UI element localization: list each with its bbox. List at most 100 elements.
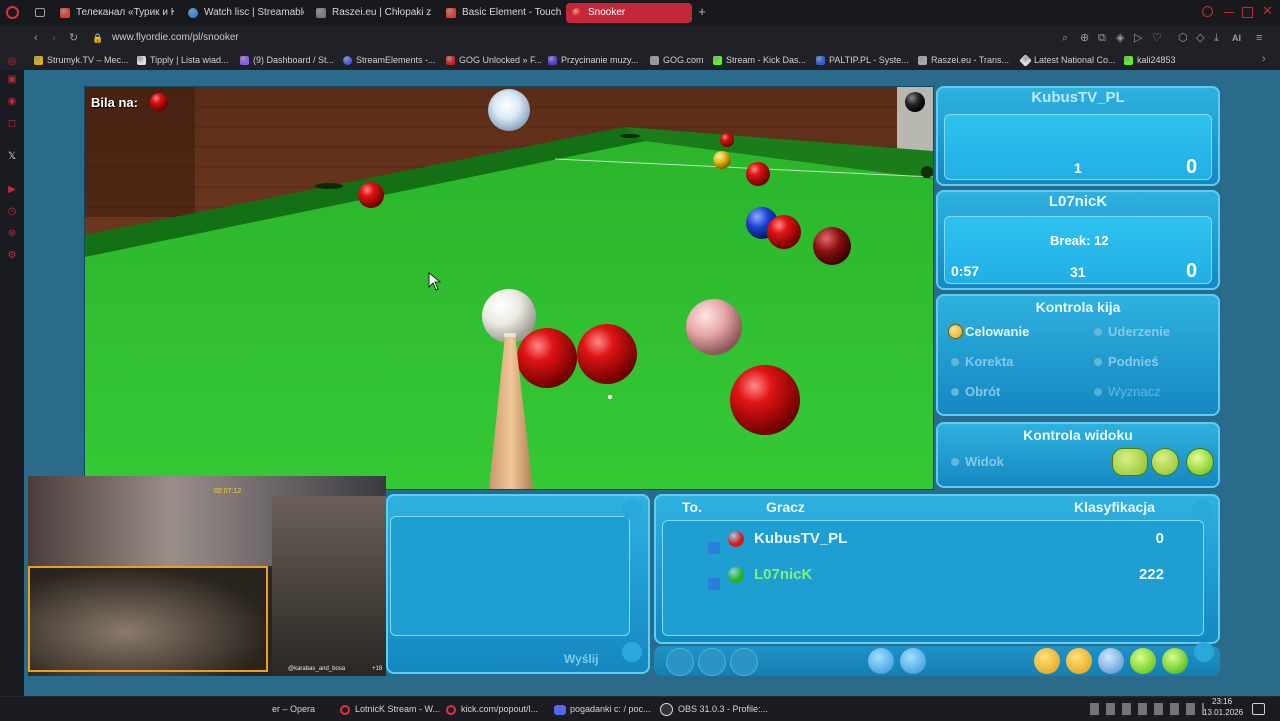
ranking-scroll-down-icon[interactable] — [1194, 642, 1214, 662]
bookmark-item[interactable]: Latest National Co... — [1019, 53, 1116, 67]
url-field[interactable]: www.flyordie.com/pl/snooker — [112, 30, 239, 46]
view-rotate-icon[interactable] — [1152, 449, 1178, 475]
bookmark-item[interactable]: GOG Unlocked » F... — [446, 53, 542, 67]
bookmark-item[interactable]: Raszei.eu - Trans... — [918, 53, 1009, 67]
view-move-icon[interactable] — [1113, 449, 1147, 475]
option-celowanie[interactable]: Celowanie — [949, 324, 1029, 339]
zoom-icon[interactable]: ⊕ — [1080, 31, 1089, 45]
notifications-icon[interactable] — [1252, 703, 1265, 715]
bookmark-item[interactable]: kali24853 — [1124, 53, 1176, 67]
option-obrot[interactable]: Obrót — [951, 384, 1000, 399]
table-row[interactable]: KubusTV_PL 0 — [706, 528, 1164, 552]
bookmark-item[interactable]: Przycinanie muzy... — [548, 53, 638, 67]
player2-break-count: 31 — [1070, 264, 1086, 280]
back-icon[interactable]: ‹ — [34, 31, 38, 45]
bookmark-item[interactable]: PALTIP.PL - Syste... — [816, 53, 909, 67]
user-icon[interactable] — [698, 648, 726, 676]
help-icon[interactable] — [1130, 648, 1156, 674]
tab-snooker[interactable]: Snooker — [566, 3, 692, 23]
sound-icon[interactable] — [900, 648, 926, 674]
opera-taskbar-icon — [446, 704, 456, 715]
clock-date[interactable]: 13.01.2026 — [1203, 708, 1243, 717]
bookmark-label: Strumyk.TV – Mec... — [47, 55, 129, 65]
bookmark-item[interactable]: (9) Dashboard / St... — [240, 53, 334, 67]
tab-basic-element[interactable]: Basic Element - Touch — [440, 3, 562, 23]
option-uderzenie[interactable]: Uderzenie — [1094, 324, 1170, 339]
taskbar-item[interactable]: er – Opera — [272, 701, 315, 717]
minimize-icon[interactable] — [1224, 12, 1234, 13]
chat-scroll-up-icon[interactable] — [622, 500, 642, 520]
second-camera — [272, 496, 386, 676]
view-reset-icon[interactable] — [1187, 449, 1213, 475]
info-icon[interactable] — [708, 578, 720, 590]
new-tab-button[interactable]: + — [696, 5, 708, 18]
extensions-icon[interactable]: ⬡ — [1178, 31, 1188, 45]
ai-icon[interactable]: AI — [1232, 31, 1241, 45]
reload-icon[interactable]: ↻ — [69, 31, 78, 45]
tab-menu-icon[interactable] — [35, 8, 45, 17]
red-ball — [767, 215, 801, 249]
bag-icon[interactable]: ▣ — [6, 74, 18, 86]
shield-icon[interactable]: ◈ — [1116, 31, 1124, 45]
taskbar-item[interactable]: kick.com/popout/l... — [446, 701, 538, 717]
history-icon[interactable]: ◷ — [6, 206, 18, 218]
messenger-icon[interactable]: ◉ — [6, 96, 18, 108]
settings-gear-icon[interactable] — [868, 648, 894, 674]
x-icon[interactable]: 𝕏 — [6, 151, 18, 163]
ranking-scroll-up-icon[interactable] — [1192, 500, 1212, 520]
tab-favicon-icon — [60, 8, 70, 18]
heart-icon[interactable]: ♡ — [1152, 31, 1162, 45]
info-icon[interactable] — [708, 542, 720, 554]
tab-streamable[interactable]: Watch lisc | Streamable — [182, 3, 304, 23]
wallet-icon[interactable]: ◇ — [1196, 31, 1204, 45]
bookmark-item[interactable]: GOG.com — [650, 53, 704, 67]
player-icon[interactable]: ▶ — [6, 184, 18, 196]
taskbar-item[interactable]: pogadanki c: / poc... — [554, 701, 651, 717]
taskbar-label: kick.com/popout/l... — [461, 704, 539, 714]
trophy-icon[interactable] — [1066, 648, 1092, 674]
maximize-icon[interactable] — [1242, 7, 1253, 18]
tab-favicon-icon — [316, 8, 326, 18]
search-icon[interactable]: ⌕ — [1062, 31, 1068, 45]
bookmark-label: StreamElements -... — [356, 55, 436, 65]
settings-icon[interactable]: ⚙ — [6, 250, 18, 262]
send-button[interactable]: Wyślij — [564, 652, 598, 666]
rank-icon[interactable] — [1034, 648, 1060, 674]
pinboard-icon[interactable]: ⊛ — [6, 228, 18, 240]
bookmarks-more-icon[interactable]: › — [1262, 52, 1266, 66]
instagram-icon[interactable]: ◻ — [6, 118, 18, 130]
table-row[interactable]: L07nicK 222 — [706, 564, 1164, 588]
clock-time[interactable]: 23:16 — [1212, 697, 1232, 706]
bookmark-favicon-icon — [343, 56, 352, 65]
aria-icon[interactable]: ◎ — [6, 56, 18, 68]
table-list-icon[interactable] — [1098, 648, 1124, 674]
spin-indicator-ball[interactable] — [488, 89, 530, 131]
friends-icon[interactable] — [730, 648, 758, 676]
taskbar-item[interactable]: OBS 31.0.3 - Profile:... — [660, 701, 768, 717]
option-korekta[interactable]: Korekta — [951, 354, 1013, 369]
tab-raszei[interactable]: Raszei.eu | Chłopaki z Ra — [310, 3, 432, 23]
option-widok[interactable]: Widok — [951, 454, 1004, 469]
option-podnies[interactable]: Podnieś — [1094, 354, 1159, 369]
radio-icon — [951, 358, 959, 366]
snooker-3d-view[interactable]: Bila na: — [84, 86, 934, 490]
bookmark-item[interactable]: StreamElements -... — [343, 53, 436, 67]
bookmark-item[interactable]: Tipply | Lista wiad... — [137, 53, 229, 67]
bookmark-item[interactable]: Strumyk.TV – Mec... — [34, 53, 129, 67]
history-icon[interactable] — [666, 648, 694, 676]
chat-scroll-down-icon[interactable] — [622, 642, 642, 662]
menu-icon[interactable]: ≡ — [1256, 31, 1262, 45]
play-icon[interactable]: ▷ — [1134, 31, 1142, 45]
taskbar-item[interactable]: LotnicK Stream - W... — [340, 701, 440, 717]
download-icon[interactable]: ⤓ — [1214, 31, 1219, 45]
opera-logo-icon[interactable] — [6, 6, 19, 19]
bookmark-item[interactable]: Stream - Kick Das... — [713, 53, 806, 67]
close-window-icon[interactable]: ✕ — [1262, 4, 1273, 18]
tab-telekanal[interactable]: Телеканал «Турик и Кон — [54, 3, 174, 23]
forward-icon[interactable]: › — [52, 31, 56, 45]
exit-icon[interactable] — [1162, 648, 1188, 674]
search-tabs-icon[interactable] — [1202, 6, 1213, 17]
snapshot-icon[interactable]: ⧉ — [1098, 31, 1106, 45]
menu-ball-icon[interactable] — [905, 92, 925, 112]
tray-icons[interactable] — [1090, 703, 1204, 715]
